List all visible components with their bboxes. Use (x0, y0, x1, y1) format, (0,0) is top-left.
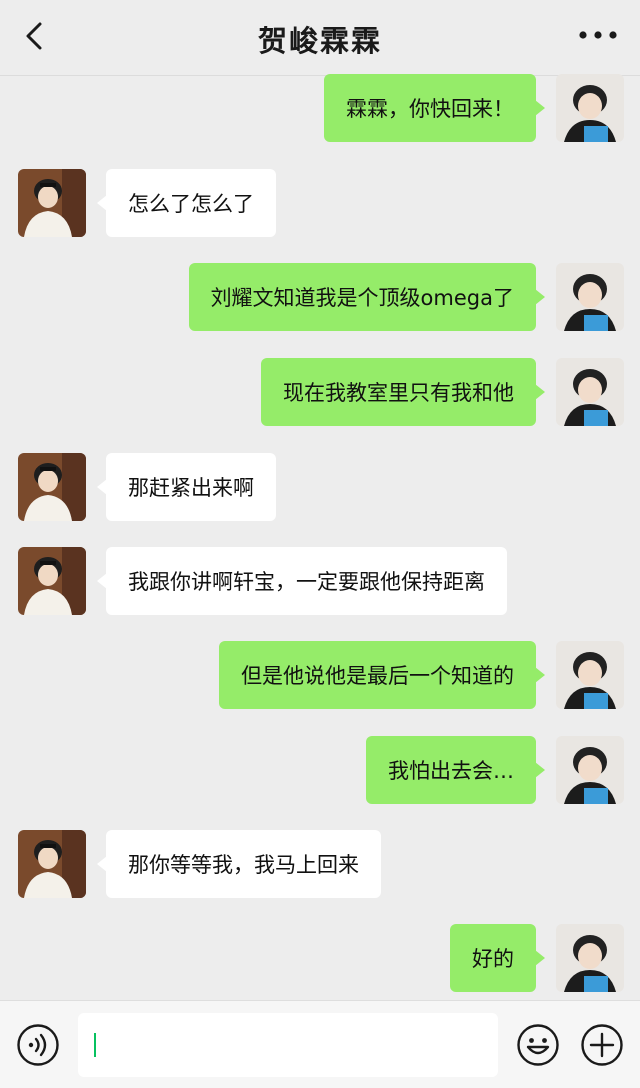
sent-message-bubble[interactable]: 但是他说他是最后一个知道的 (219, 641, 545, 709)
received-message-bubble[interactable]: 怎么了怎么了 (97, 169, 276, 237)
my-avatar[interactable] (556, 74, 624, 142)
text-caret (94, 1033, 96, 1057)
received-message-bubble[interactable]: 那赶紧出来啊 (97, 453, 276, 521)
voice-icon[interactable] (16, 1023, 60, 1067)
received-message-bubble[interactable]: 那你等等我，我马上回来 (97, 830, 381, 898)
emoji-icon[interactable] (516, 1023, 560, 1067)
friend-avatar[interactable] (18, 169, 86, 237)
chat-title: 贺峻霖霖 (257, 24, 382, 58)
sent-message-bubble[interactable]: 我怕出去会… (366, 736, 545, 804)
my-avatar[interactable] (556, 924, 624, 992)
plus-icon[interactable] (580, 1023, 624, 1067)
friend-avatar[interactable] (18, 830, 86, 898)
message-input[interactable] (78, 1013, 498, 1077)
sent-message-bubble[interactable]: 现在我教室里只有我和他 (261, 358, 545, 426)
received-message-bubble[interactable]: 我跟你讲啊轩宝，一定要跟他保持距离 (97, 547, 507, 615)
sent-message-bubble[interactable]: 好的 (450, 924, 545, 992)
chat-header: 贺峻霖霖 (0, 0, 640, 76)
sent-message-bubble[interactable]: 刘耀文知道我是个顶级omega了 (188, 263, 546, 331)
my-avatar[interactable] (556, 641, 624, 709)
friend-avatar[interactable] (18, 547, 86, 615)
my-avatar[interactable] (556, 358, 624, 426)
input-bar (0, 1000, 640, 1088)
sent-message-bubble[interactable]: 霖霖，你快回来！ (324, 74, 545, 142)
more-dots-icon[interactable] (578, 28, 618, 42)
friend-avatar[interactable] (18, 453, 86, 521)
my-avatar[interactable] (556, 263, 624, 331)
my-avatar[interactable] (556, 736, 624, 804)
